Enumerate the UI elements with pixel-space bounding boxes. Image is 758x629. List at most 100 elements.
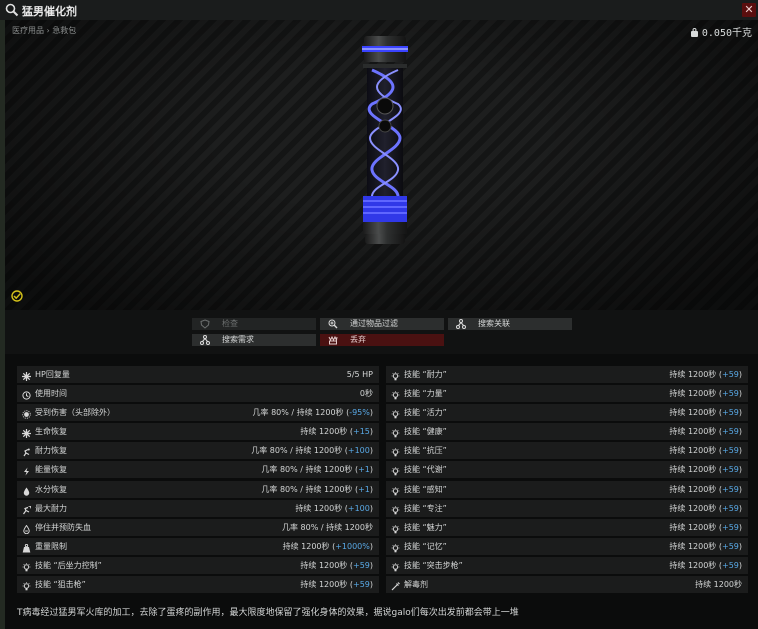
effect-name: 使用时间	[35, 389, 67, 399]
effect-value: 持续 1200秒 (+59)	[669, 370, 742, 379]
effect-row: 技能 “活力” 持续 1200秒 (+59)	[386, 404, 748, 422]
damage-icon	[22, 408, 31, 419]
energy-icon	[22, 465, 31, 476]
effect-row: 停住并预防失血 几率 80% / 持续 1200秒	[17, 518, 379, 536]
skill-icon	[391, 504, 400, 514]
effect-value: 持续 1200秒 (+59)	[669, 541, 742, 551]
effect-modifier: +100	[347, 446, 370, 456]
water-icon	[22, 485, 31, 496]
effects-column-left: HP回复量 5/5 HP 使用时间 0秒 受到伤害（头部除外） 几率 80% / 持续 1…	[17, 366, 379, 595]
effect-row: 重量限制 持续 1200秒 (+1000%)	[17, 537, 379, 555]
effect-row: 技能 “专注” 持续 1200秒 (+59)	[386, 499, 748, 517]
effect-row: 生命恢复 持续 1200秒 (+15)	[17, 423, 379, 441]
effect-modifier: +59	[352, 580, 370, 590]
skill-icon	[391, 485, 400, 495]
effect-row: 水分恢复 几率 80% / 持续 1200秒 (+1)	[17, 480, 379, 498]
effect-value: 持续 1200秒 (+15)	[300, 427, 373, 437]
effect-name: 停住并预防失血	[35, 522, 91, 532]
effect-name: 技能 “耐力”	[404, 370, 447, 379]
effect-row: 耐力恢复 几率 80% / 持续 1200秒 (+100)	[17, 442, 379, 460]
effect-value: 持续 1200秒 (+100)	[295, 503, 373, 513]
effect-name: 重量限制	[35, 541, 67, 551]
effect-modifier: +59	[721, 446, 739, 456]
filter-by-item-button[interactable]: 通过物品过滤	[320, 318, 444, 330]
effect-value: 持续 1200秒 (+59)	[669, 408, 742, 418]
effect-name: 能量恢复	[35, 465, 67, 475]
effect-value: 持续 1200秒 (+59)	[669, 446, 742, 456]
inspect-button[interactable]: 检查	[192, 318, 316, 330]
skill-icon	[391, 370, 400, 381]
window-title: 猛男催化剂	[22, 5, 77, 18]
effect-value: 持续 1200秒 (+59)	[669, 427, 742, 437]
skill-icon	[391, 523, 400, 534]
effect-row: 技能 “后坐力控制” 持续 1200秒 (+59)	[17, 556, 379, 574]
effect-value: 持续 1200秒 (+59)	[300, 560, 373, 570]
search-icon[interactable]	[5, 3, 19, 17]
network-icon	[200, 335, 210, 345]
weight-readout: 0.050千克	[690, 24, 752, 39]
effect-modifier: +59	[721, 370, 739, 379]
effect-row: 技能 “耐力” 持续 1200秒 (+59)	[386, 366, 748, 383]
effect-value: 持续 1200秒	[695, 580, 742, 590]
search-related-button[interactable]: 搜索关联	[448, 318, 572, 330]
effect-value: 几率 80% / 持续 1200秒	[281, 522, 373, 532]
effect-row: 解毒剂 持续 1200秒	[386, 576, 748, 594]
breadcrumb: 医疗用品 › 急救包	[12, 26, 77, 35]
skill-icon	[391, 427, 400, 438]
effect-modifier: +59	[721, 427, 739, 437]
stamina-icon	[22, 446, 31, 457]
item-preview: 医疗用品 › 急救包 0.050千克	[5, 20, 758, 310]
effects-table: HP回复量 5/5 HP 使用时间 0秒 受到伤害（头部除外） 几率 80% / 持续 1…	[17, 366, 748, 596]
effect-name: 生命恢复	[35, 427, 67, 437]
effect-name: 技能 “健康”	[404, 427, 447, 437]
effect-value: 几率 80% / 持续 1200秒 (-95%)	[252, 408, 373, 418]
checkmark-icon[interactable]	[11, 290, 23, 302]
effect-modifier: +1	[358, 465, 370, 475]
effect-name: HP回复量	[35, 370, 70, 379]
effect-modifier: -95%	[349, 408, 370, 418]
effect-value: 持续 1200秒 (+59)	[669, 484, 742, 494]
discard-button[interactable]: 丢弃	[320, 334, 444, 346]
effect-modifier: +1	[358, 484, 370, 494]
injector-image	[362, 36, 408, 244]
effect-name: 技能 “狙击枪”	[35, 580, 86, 590]
effect-row: 技能 “力量” 持续 1200秒 (+59)	[386, 385, 748, 403]
effect-row: 技能 “狙击枪” 持续 1200秒 (+59)	[17, 576, 379, 594]
health-icon	[22, 370, 31, 381]
health-icon	[22, 427, 31, 439]
skill-icon	[391, 542, 400, 553]
shield-icon	[200, 319, 210, 329]
effects-column-right: 技能 “耐力” 持续 1200秒 (+59) 技能 “力量” 持续 1200秒 (+5…	[386, 366, 748, 595]
weight-icon	[22, 542, 31, 553]
effect-row: 技能 “魅力” 持续 1200秒 (+59)	[386, 518, 748, 536]
effect-modifier: +59	[721, 541, 739, 551]
effect-name: 技能 “感知”	[404, 484, 447, 494]
weight-value: 0.050千克	[701, 28, 752, 39]
effect-name: 技能 “活力”	[404, 408, 447, 418]
search-requirements-button[interactable]: 搜索需求	[192, 334, 316, 346]
effect-value: 持续 1200秒 (+59)	[669, 389, 742, 399]
effect-name: 技能 “魅力”	[404, 522, 447, 532]
action-bar: 检查 通过物品过滤 搜索关联 搜索需求 丢弃	[5, 310, 758, 354]
effect-modifier: +59	[721, 465, 739, 475]
effect-value: 0秒	[359, 389, 373, 399]
close-button[interactable]: ✕	[742, 3, 756, 17]
effect-row: 技能 “健康” 持续 1200秒 (+59)	[386, 423, 748, 441]
effect-modifier: +59	[721, 560, 739, 570]
skill-icon	[391, 561, 400, 572]
effect-row: 受到伤害（头部除外） 几率 80% / 持续 1200秒 (-95%)	[17, 404, 379, 422]
effect-name: 技能 “突击步枪”	[404, 560, 463, 570]
effect-name: 最大耐力	[35, 503, 67, 513]
skill-icon	[22, 561, 31, 572]
weight-icon	[690, 28, 698, 37]
effect-modifier: +59	[721, 389, 739, 399]
effect-name: 技能 “专注”	[404, 503, 447, 513]
magnifier-plus-icon	[328, 319, 338, 329]
effect-modifier: +59	[721, 503, 739, 513]
effect-row: 技能 “抗压” 持续 1200秒 (+59)	[386, 442, 748, 460]
skill-icon	[391, 408, 400, 419]
max-stamina-icon	[22, 504, 31, 515]
effect-row: 技能 “代谢” 持续 1200秒 (+59)	[386, 461, 748, 479]
effect-name: 技能 “抗压”	[404, 446, 447, 456]
skill-icon	[391, 389, 400, 400]
